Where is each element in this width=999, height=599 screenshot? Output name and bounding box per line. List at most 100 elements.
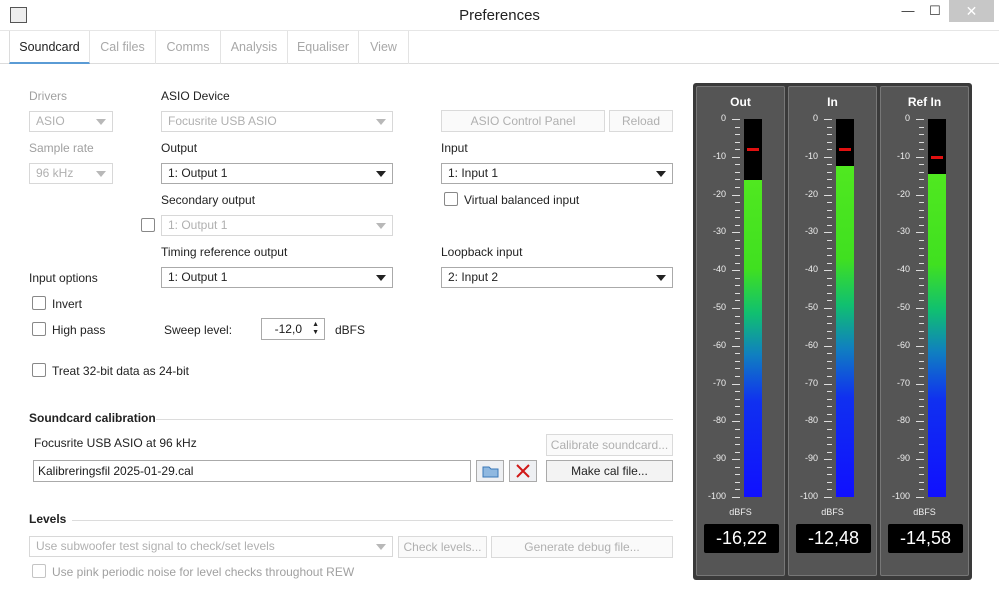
- input-select[interactable]: 1: Input 1: [441, 163, 673, 184]
- meter-minor-tick: [735, 255, 740, 257]
- meter-scale-label: -90: [712, 453, 726, 464]
- meter-minor-tick: [919, 406, 924, 408]
- sample-rate-label: Sample rate: [29, 141, 94, 155]
- meter-minor-tick: [827, 466, 832, 468]
- meter-tick: [732, 308, 740, 309]
- browse-folder-button[interactable]: [476, 460, 504, 482]
- minimize-button[interactable]: —: [893, 0, 923, 22]
- calibration-title: Soundcard calibration: [29, 411, 156, 425]
- loopback-select[interactable]: 2: Input 2: [441, 267, 673, 288]
- meter-minor-tick: [827, 126, 832, 128]
- meter-scale-label: -60: [712, 339, 726, 350]
- meter-minor-tick: [919, 300, 924, 302]
- drivers-label: Drivers: [29, 89, 67, 103]
- meter-minor-tick: [827, 436, 832, 438]
- meter-readout: -16,22: [704, 524, 779, 553]
- chevron-down-icon: [656, 275, 666, 281]
- treat32-checkbox[interactable]: [32, 363, 46, 377]
- sweep-level-stepper[interactable]: -12,0 ▲ ▼: [261, 318, 325, 340]
- virtual-balanced-checkbox[interactable]: [444, 192, 458, 206]
- meter-minor-tick: [919, 338, 924, 340]
- meter-minor-tick: [919, 315, 924, 317]
- meter-minor-tick: [827, 368, 832, 370]
- meter-minor-tick: [827, 474, 832, 476]
- meter-minor-tick: [735, 315, 740, 317]
- meter-minor-tick: [735, 179, 740, 181]
- meter-peak-marker: [839, 148, 851, 152]
- meter-minor-tick: [735, 323, 740, 325]
- meter-minor-tick: [919, 436, 924, 438]
- generate-debug-button[interactable]: Generate debug file...: [491, 536, 673, 558]
- meter-scale-label: -100: [799, 491, 818, 501]
- secondary-output-checkbox[interactable]: [141, 218, 155, 232]
- meter-scale-label: -80: [804, 415, 818, 426]
- meter-minor-tick: [919, 292, 924, 294]
- meter-scale-label: -40: [896, 264, 910, 275]
- meter-minor-tick: [735, 466, 740, 468]
- tab-view[interactable]: View: [359, 31, 409, 64]
- make-cal-file-button[interactable]: Make cal file...: [546, 460, 673, 482]
- meter-minor-tick: [827, 187, 832, 189]
- pink-noise-checkbox[interactable]: [32, 564, 46, 578]
- tab-equaliser[interactable]: Equaliser: [288, 31, 359, 64]
- meter-minor-tick: [735, 489, 740, 491]
- close-button[interactable]: ✕: [949, 0, 994, 22]
- close-icon: [516, 464, 530, 478]
- meter-minor-tick: [827, 141, 832, 143]
- meter-tick: [916, 497, 924, 498]
- meter-minor-tick: [735, 338, 740, 340]
- meter-minor-tick: [827, 134, 832, 136]
- clear-file-button[interactable]: [509, 460, 537, 482]
- meter-tick: [824, 497, 832, 498]
- meter-minor-tick: [919, 164, 924, 166]
- meter-tick: [732, 421, 740, 423]
- level-signal-select[interactable]: Use subwoofer test signal to check/set l…: [29, 536, 393, 557]
- meter-unit: dBFS: [913, 507, 936, 517]
- meter-minor-tick: [827, 285, 832, 287]
- timing-ref-select[interactable]: 1: Output 1: [161, 267, 393, 288]
- tab-comms[interactable]: Comms: [156, 31, 221, 64]
- asio-control-panel-button[interactable]: ASIO Control Panel: [441, 110, 605, 132]
- meter-minor-tick: [827, 489, 832, 491]
- invert-checkbox[interactable]: [32, 296, 46, 310]
- tab-soundcard[interactable]: Soundcard: [9, 31, 90, 64]
- loopback-label: Loopback input: [441, 245, 523, 259]
- output-select[interactable]: 1: Output 1: [161, 163, 393, 184]
- check-levels-button[interactable]: Check levels...: [398, 536, 487, 558]
- meter-minor-tick: [919, 262, 924, 264]
- drivers-select[interactable]: ASIO: [29, 111, 113, 132]
- meter-tick: [824, 345, 832, 347]
- secondary-output-select[interactable]: 1: Output 1: [161, 215, 393, 236]
- meter-minor-tick: [919, 428, 924, 430]
- tab-cal-files[interactable]: Cal files: [90, 31, 156, 64]
- meter-minor-tick: [827, 360, 832, 362]
- meter-minor-tick: [827, 391, 832, 393]
- meter-scale-label: -100: [707, 491, 726, 501]
- chevron-down-icon: [96, 119, 106, 125]
- meter-tick: [824, 421, 832, 423]
- meter-tick: [824, 119, 832, 120]
- spinner-arrows-icon[interactable]: ▲ ▼: [312, 321, 319, 337]
- meter-minor-tick: [735, 428, 740, 430]
- meter-minor-tick: [735, 451, 740, 453]
- asio-device-select[interactable]: Focusrite USB ASIO: [161, 111, 393, 132]
- calibrate-soundcard-button[interactable]: Calibrate soundcard...: [546, 434, 673, 456]
- cal-file-field[interactable]: Kalibreringsfil 2025-01-29.cal: [33, 460, 471, 482]
- meter-scale-label: -10: [712, 150, 726, 161]
- meter-minor-tick: [919, 149, 924, 151]
- maximize-button[interactable]: ☐: [920, 0, 950, 22]
- meter-scale-label: -80: [896, 415, 910, 426]
- sample-rate-select[interactable]: 96 kHz: [29, 163, 113, 184]
- meter-scale-label: -30: [804, 226, 818, 237]
- meter-minor-tick: [735, 209, 740, 211]
- meter-minor-tick: [919, 376, 924, 378]
- meter-scale-label: -40: [804, 264, 818, 275]
- meter-scale-label: -20: [804, 188, 818, 199]
- meter-minor-tick: [919, 285, 924, 287]
- high-pass-checkbox[interactable]: [32, 322, 46, 336]
- meter-minor-tick: [735, 368, 740, 370]
- reload-button[interactable]: Reload: [609, 110, 673, 132]
- meter-minor-tick: [919, 202, 924, 204]
- meter-minor-tick: [919, 444, 924, 446]
- tab-analysis[interactable]: Analysis: [221, 31, 288, 64]
